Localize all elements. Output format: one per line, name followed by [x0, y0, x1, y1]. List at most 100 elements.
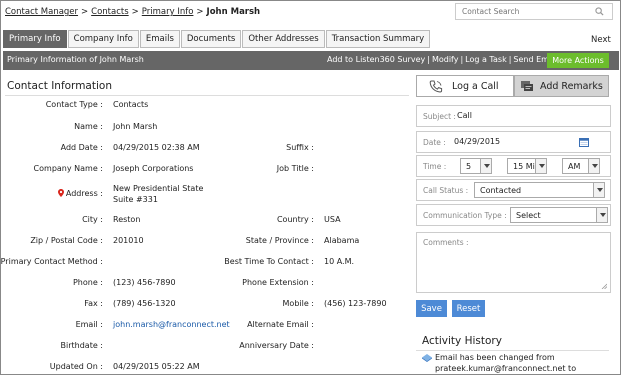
contact-info-heading: Contact Information [7, 80, 112, 92]
name-label: Name : [74, 122, 103, 131]
updated-on-value: 04/29/2015 05:22 AM [113, 362, 200, 371]
calendar-icon[interactable] [579, 138, 589, 147]
more-actions-button[interactable]: More Actions [547, 53, 609, 68]
phone-extension-label: Phone Extension : [242, 278, 314, 287]
state-label: State / Province : [245, 236, 314, 245]
hour-value: 5 [466, 162, 472, 171]
log-a-task-link[interactable]: Log a Task [465, 55, 507, 64]
best-time-value: 10 A.M. [324, 257, 355, 266]
name-value: John Marsh [113, 122, 158, 131]
updated-on-label: Updated On : [49, 362, 103, 371]
link-divider: | [427, 55, 430, 64]
anniversary-date-label: Anniversary Date : [239, 341, 314, 350]
log-a-call-label: Log a Call [452, 81, 499, 92]
tab-other-addresses[interactable]: Other Addresses [242, 30, 325, 48]
modify-link[interactable]: Modify [432, 55, 459, 64]
add-date-value: 04/29/2015 02:38 AM [113, 143, 200, 152]
link-divider: | [460, 55, 464, 64]
phone-icon [429, 80, 443, 93]
tab-bar: Primary Info Company Info Emails Documen… [3, 30, 431, 48]
suffix-label: Suffix : [286, 143, 314, 152]
chevron-down-icon [593, 183, 604, 197]
birthdate-label: Birthdate : [60, 341, 103, 350]
tab-transaction-summary[interactable]: Transaction Summary [325, 30, 431, 48]
call-status-label: Call Status : [423, 186, 469, 195]
tab-emails[interactable]: Emails [139, 30, 180, 48]
breadcrumb-primary-info[interactable]: Primary Info [142, 7, 194, 17]
minute-select[interactable]: 15 Min [507, 158, 547, 174]
chevron-down-icon [480, 159, 491, 173]
remarks-icon [521, 81, 533, 91]
breadcrumb-current: John Marsh [206, 7, 261, 17]
fax-value: (789) 456-1320 [113, 299, 176, 308]
date-field[interactable]: Date : 04/29/2015 [416, 131, 611, 153]
chevron-down-icon [588, 159, 599, 173]
comments-textarea[interactable]: Comments : [416, 232, 611, 293]
activity-entry-line1: Email has been changed from [435, 353, 555, 362]
mobile-label: Mobile : [282, 299, 314, 308]
app-window: Contact Manager > Contacts > Primary Info > Jo… [0, 0, 621, 375]
call-status-select[interactable]: Contacted [474, 182, 605, 198]
best-time-label: Best Time To Contact : [224, 257, 314, 266]
action-bar: Primary Information of John Marsh Add to… [3, 51, 619, 70]
comments-label: Comments : [423, 238, 469, 247]
ampm-value: AM [568, 162, 581, 171]
country-label: Country : [276, 215, 314, 224]
breadcrumb-separator: > [81, 7, 89, 17]
ampm-select[interactable]: AM [562, 158, 600, 174]
mobile-value: (456) 123-7890 [324, 299, 387, 308]
subject-value: Call [457, 111, 472, 120]
tab-company-info[interactable]: Company Info [67, 30, 139, 48]
zip-label: Zip / Postal Code : [30, 236, 103, 245]
section-divider [5, 95, 409, 96]
communication-type-field: Communication Type : Select [416, 204, 611, 226]
date-value: 04/29/2015 [454, 137, 501, 146]
section-divider [416, 350, 609, 351]
subject-field[interactable]: Subject : Call [416, 105, 611, 127]
activity-entry-line2: prateek.kumar@franconnect.net to [435, 364, 577, 373]
city-value: Reston [113, 215, 141, 224]
contact-search-input[interactable] [456, 4, 586, 19]
address-label: Address : [65, 189, 103, 198]
company-name-value: Joseph Corporations [113, 164, 194, 173]
job-title-label: Job Title : [276, 164, 314, 173]
action-bar-title: Primary Information of John Marsh [7, 55, 144, 64]
activity-history-heading: Activity History [422, 335, 502, 347]
add-remarks-label: Add Remarks [540, 81, 603, 92]
reset-button[interactable]: Reset [452, 300, 485, 317]
tab-documents[interactable]: Documents [180, 30, 242, 48]
address-line1: New Presidential State [113, 184, 204, 193]
address-label-row: Address : [57, 189, 103, 198]
tab-primary-info[interactable]: Primary Info [3, 30, 67, 48]
state-value: Alabama [324, 236, 360, 245]
save-button[interactable]: Save [416, 300, 447, 317]
log-a-call-button[interactable]: Log a Call [416, 75, 514, 97]
time-label: Time : [423, 162, 447, 171]
alternate-email-label: Alternate Email : [247, 320, 314, 329]
subject-label: Subject : [423, 112, 456, 121]
breadcrumb-separator: > [131, 7, 139, 17]
link-divider: | [508, 55, 512, 64]
breadcrumb-contact-manager[interactable]: Contact Manager [5, 7, 78, 17]
chevron-down-icon [535, 159, 546, 173]
call-status-field: Call Status : Contacted [416, 179, 611, 201]
activity-bullet-icon [422, 354, 432, 362]
primary-contact-method-label: Primary Contact Method : [0, 257, 103, 266]
search-icon[interactable] [595, 7, 604, 16]
add-remarks-button[interactable]: Add Remarks [514, 75, 609, 97]
communication-type-select[interactable]: Select [510, 207, 608, 223]
breadcrumb-contacts[interactable]: Contacts [91, 7, 129, 17]
zip-value: 201010 [113, 236, 144, 245]
map-pin-icon[interactable] [57, 189, 64, 197]
next-link[interactable]: Next [591, 35, 611, 45]
resize-handle-icon[interactable] [601, 283, 607, 289]
date-label: Date : [423, 138, 446, 147]
breadcrumb-separator: > [196, 7, 204, 17]
breadcrumb: Contact Manager > Contacts > Primary Info > Jo… [5, 7, 260, 17]
call-status-value: Contacted [480, 186, 522, 195]
add-date-label: Add Date : [60, 143, 103, 152]
address-line2: Suite #331 [113, 195, 158, 204]
hour-select[interactable]: 5 [460, 158, 492, 174]
add-to-listen360-link[interactable]: Add to Listen360 Survey [327, 55, 425, 64]
email-link[interactable]: john.marsh@franconnect.net [113, 320, 230, 329]
